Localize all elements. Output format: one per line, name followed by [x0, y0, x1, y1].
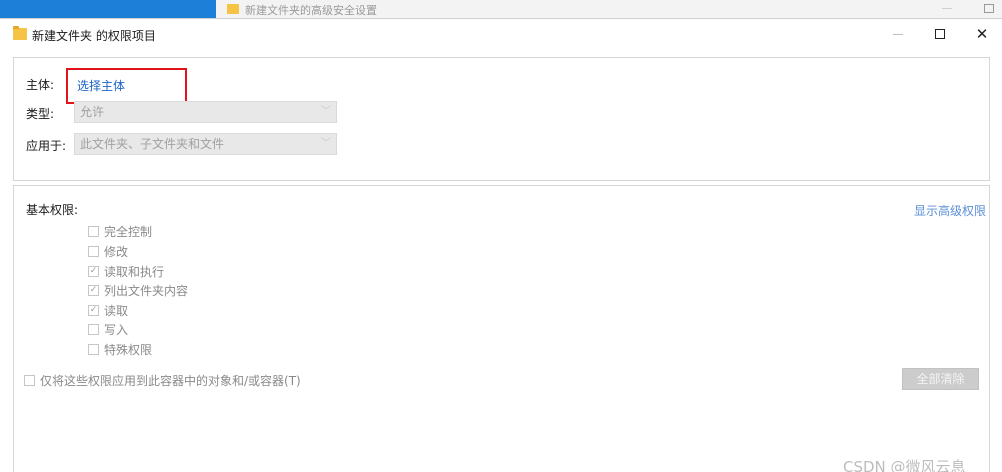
- type-select[interactable]: 允许 ﹀: [74, 101, 337, 123]
- type-label: 类型:: [26, 107, 55, 121]
- permission-full-control[interactable]: 完全控制: [88, 222, 152, 240]
- apply-only-label: 仅将这些权限应用到此容器中的对象和/或容器(T): [40, 374, 301, 388]
- checkbox-checked[interactable]: ✓: [88, 304, 99, 316]
- maximize-icon: [935, 29, 945, 39]
- checkbox[interactable]: [88, 323, 99, 335]
- minimize-button[interactable]: [878, 19, 918, 49]
- minimize-icon: [893, 33, 903, 35]
- permission-read-execute[interactable]: ✓ 读取和执行: [88, 262, 164, 280]
- background-window-accent: [0, 0, 216, 18]
- dialog-titlebar: 新建文件夹 的权限项目 ✕: [0, 19, 1002, 51]
- applies-to-select[interactable]: 此文件夹、子文件夹和文件 ﹀: [74, 133, 337, 155]
- close-icon: ✕: [975, 24, 989, 43]
- dialog-title: 新建文件夹 的权限项目: [32, 29, 156, 43]
- checkbox[interactable]: [88, 225, 99, 237]
- principal-section: 主体: 选择主体 类型: 允许 ﹀ 应用于: 此文件夹、子文件夹和文件 ﹀: [13, 57, 990, 181]
- permission-label: 写入: [104, 322, 129, 337]
- principal-label: 主体:: [26, 78, 55, 92]
- permission-special[interactable]: 特殊权限: [88, 340, 152, 358]
- checkbox[interactable]: [88, 343, 99, 355]
- apply-only-container-option[interactable]: 仅将这些权限应用到此容器中的对象和/或容器(T): [24, 372, 301, 389]
- basic-permissions-section: 基本权限: 显示高级权限 完全控制 修改 ✓ 读取和执行 ✓ 列出文件夹内容 ✓…: [13, 185, 990, 472]
- maximize-icon[interactable]: [984, 4, 994, 13]
- permission-label: 完全控制: [104, 224, 153, 239]
- basic-permissions-title: 基本权限:: [26, 203, 79, 217]
- checkbox-checked[interactable]: ✓: [88, 265, 99, 277]
- chevron-down-icon: ﹀: [321, 138, 331, 149]
- folder-icon: [227, 4, 239, 14]
- checkbox[interactable]: [88, 245, 99, 257]
- permission-label: 特殊权限: [104, 342, 153, 357]
- highlight-box: [66, 68, 187, 104]
- type-value: 允许: [80, 105, 105, 119]
- checkbox-checked[interactable]: ✓: [88, 284, 99, 296]
- show-advanced-permissions-link[interactable]: 显示高级权限: [914, 202, 986, 219]
- chevron-down-icon: ﹀: [321, 106, 331, 117]
- permission-label: 修改: [104, 244, 129, 259]
- maximize-button[interactable]: [920, 19, 960, 49]
- permission-write[interactable]: 写入: [88, 320, 128, 338]
- permission-list-folder-contents[interactable]: ✓ 列出文件夹内容: [88, 281, 188, 299]
- permission-read[interactable]: ✓ 读取: [88, 301, 128, 319]
- permission-label: 读取和执行: [104, 264, 165, 279]
- applies-to-value: 此文件夹、子文件夹和文件: [80, 137, 225, 151]
- close-button[interactable]: ✕: [962, 19, 1002, 49]
- permission-label: 列出文件夹内容: [104, 283, 189, 298]
- minimize-icon[interactable]: [942, 8, 952, 9]
- background-window-title: 新建文件夹的高级安全设置: [245, 4, 377, 17]
- checkbox[interactable]: [24, 375, 35, 386]
- permission-label: 读取: [104, 303, 129, 318]
- watermark: CSDN @微风云息: [843, 458, 966, 472]
- clear-all-button[interactable]: 全部清除: [902, 368, 979, 390]
- permission-modify[interactable]: 修改: [88, 242, 128, 260]
- permission-entry-dialog: 新建文件夹 的权限项目 ✕ 主体: 选择主体 类型: 允许 ﹀ 应用于: 此文件…: [0, 18, 1002, 472]
- applies-to-label: 应用于:: [26, 139, 67, 153]
- background-window-titlebar: 新建文件夹的高级安全设置: [0, 0, 1002, 18]
- folder-icon: [13, 26, 27, 40]
